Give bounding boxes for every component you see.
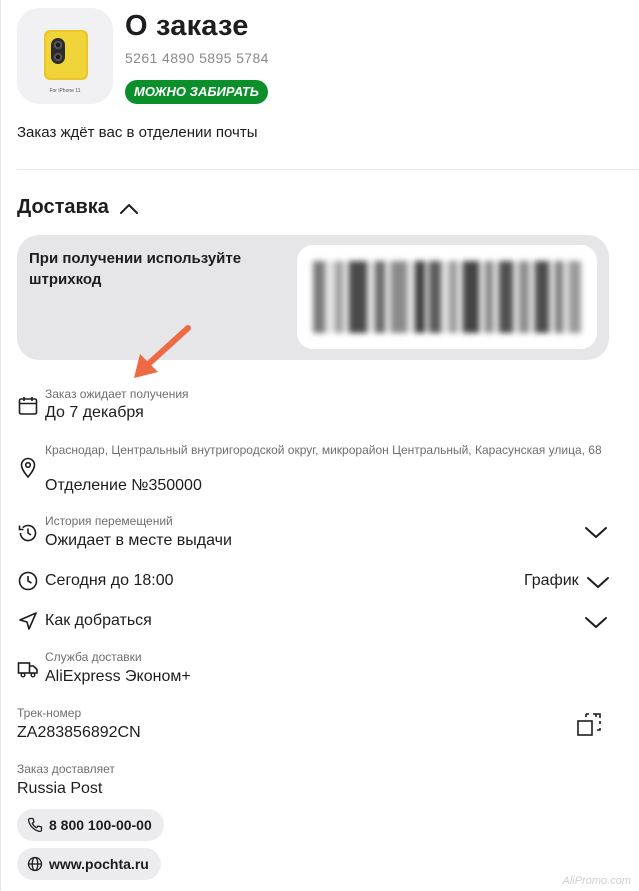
navigation-arrow-icon bbox=[19, 612, 37, 630]
order-description: Заказ ждёт вас в отделении почты bbox=[17, 124, 258, 141]
barcode-card: При получении используйте штрихкод bbox=[17, 235, 609, 360]
history-value: Ожидает в месте выдачи bbox=[45, 532, 232, 549]
left-border bbox=[0, 0, 1, 891]
carrier-label: Заказ доставляет bbox=[17, 762, 115, 776]
clock-icon bbox=[18, 571, 38, 591]
globe-icon bbox=[27, 856, 43, 872]
watermark: AliPromo.com bbox=[562, 875, 631, 887]
chevron-up-icon[interactable] bbox=[117, 199, 141, 219]
barcode-box[interactable] bbox=[297, 245, 597, 349]
schedule-chevron-down-icon[interactable] bbox=[585, 573, 611, 591]
status-badge: МОЖНО ЗАБИРАТЬ bbox=[125, 80, 268, 104]
website-url: www.pochta.ru bbox=[49, 856, 149, 872]
order-number: 5261 4890 5895 5784 bbox=[125, 50, 269, 66]
awaiting-value: До 7 декабря bbox=[45, 404, 144, 421]
copy-icon[interactable] bbox=[576, 712, 602, 738]
calendar-icon bbox=[18, 397, 38, 415]
location-pin-icon bbox=[20, 457, 36, 479]
annotation-arrow-icon bbox=[134, 325, 191, 378]
awaiting-label: Заказ ожидает получения bbox=[45, 387, 189, 401]
delivery-truck-icon bbox=[17, 662, 38, 678]
post-office-value: Отделение №350000 bbox=[45, 477, 202, 494]
phone-button[interactable]: 8 800 100-00-00 bbox=[17, 809, 164, 841]
service-label: Служба доставки bbox=[45, 650, 142, 664]
divider bbox=[17, 169, 639, 170]
carrier-value: Russia Post bbox=[17, 780, 103, 797]
tracking-label: Трек-номер bbox=[17, 706, 82, 720]
tracking-number: ZA283856892CN bbox=[17, 724, 141, 741]
history-chevron-down-icon[interactable] bbox=[583, 523, 609, 541]
history-icon bbox=[18, 524, 37, 542]
address-label: Краснодар, Центральный внутригородской о… bbox=[45, 443, 602, 457]
directions-chevron-down-icon[interactable] bbox=[583, 613, 609, 631]
page-title: О заказе bbox=[125, 10, 249, 42]
website-button[interactable]: www.pochta.ru bbox=[17, 848, 161, 880]
barcode-prompt: При получении используйте штрихкод bbox=[29, 250, 242, 288]
barcode-image bbox=[313, 261, 581, 333]
delivery-section-title[interactable]: Доставка bbox=[17, 196, 109, 219]
opening-hours: Сегодня до 18:00 bbox=[45, 572, 174, 589]
service-value: AliExpress Эконом+ bbox=[45, 668, 191, 685]
product-thumbnail[interactable]: For iPhone 11 bbox=[17, 8, 113, 104]
thumb-caption: For iPhone 11 bbox=[49, 88, 81, 94]
directions-toggle[interactable]: Как добраться bbox=[45, 612, 152, 630]
history-label: История перемещений bbox=[45, 514, 173, 528]
phone-icon bbox=[27, 817, 43, 833]
phone-number: 8 800 100-00-00 bbox=[49, 817, 152, 833]
schedule-toggle[interactable]: График bbox=[524, 572, 579, 590]
